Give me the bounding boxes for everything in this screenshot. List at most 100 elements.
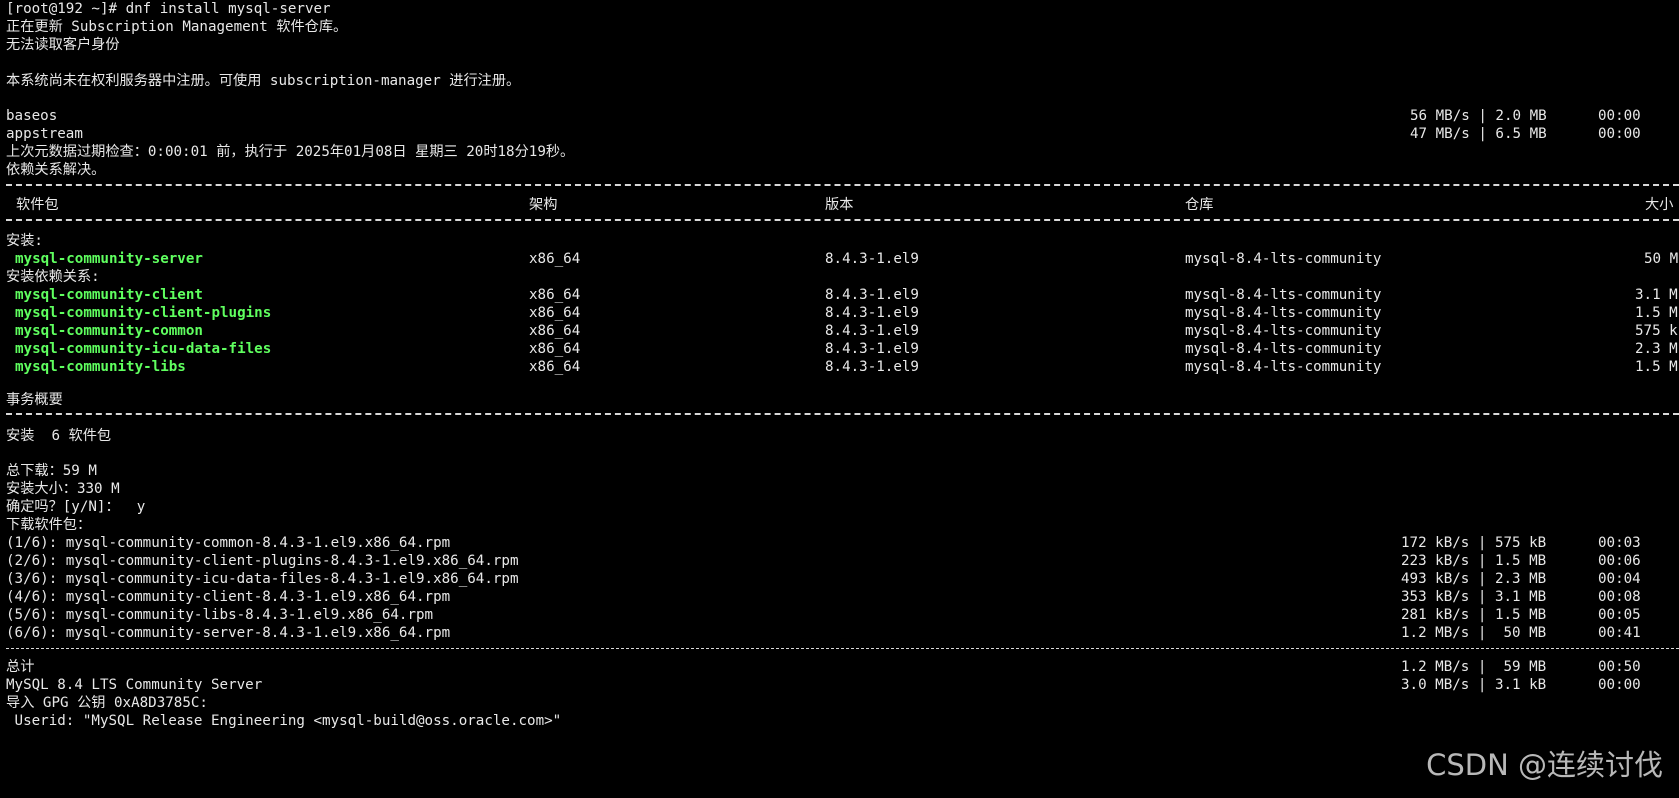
double-rule [6, 413, 1679, 415]
package-version: 8.4.3-1.el9 [825, 251, 919, 267]
package-name: mysql-community-server [15, 251, 203, 267]
package-arch: x86_64 [529, 305, 581, 321]
package-size: 3.1 M [1635, 287, 1678, 303]
update-message: 正在更新 Subscription Management 软件仓库。 [6, 19, 348, 35]
gpg-repo-speed: 3.0 MB/s | 3.1 kB [1401, 677, 1547, 693]
download-time: 00:08 [1598, 589, 1641, 605]
package-name: mysql-community-client-plugins [15, 305, 272, 321]
package-name: mysql-community-libs [15, 359, 186, 375]
deps-resolved-line: 依赖关系解决。 [6, 162, 106, 178]
install-section-label: 安装: [6, 233, 43, 249]
repo-name: baseos [6, 108, 58, 124]
header-version: 版本 [825, 197, 854, 213]
header-package: 软件包 [16, 197, 59, 213]
total-label: 总计 [6, 659, 35, 675]
download-speed: 1.2 MB/s | 50 MB [1401, 625, 1547, 641]
repo-speed: 47 MB/s | 6.5 MB [1410, 126, 1547, 142]
download-file: (6/6): mysql-community-server-8.4.3-1.el… [6, 625, 451, 641]
install-size: 安装大小：330 M [6, 481, 120, 497]
table-row: mysql-community-icu-data-files x86_64 8.… [0, 340, 1679, 359]
package-version: 8.4.3-1.el9 [825, 287, 919, 303]
package-size: 575 k [1635, 323, 1678, 339]
download-time: 00:41 [1598, 625, 1641, 641]
table-row: mysql-community-libs x86_64 8.4.3-1.el9 … [0, 358, 1679, 377]
table-row: mysql-community-client x86_64 8.4.3-1.el… [0, 286, 1679, 305]
package-name: mysql-community-icu-data-files [15, 341, 272, 357]
download-time: 00:05 [1598, 607, 1641, 623]
download-time: 00:03 [1598, 535, 1641, 551]
table-header: 软件包 架构 版本 仓库 大小 [0, 196, 1679, 215]
download-time: 00:06 [1598, 553, 1641, 569]
register-message: 本系统尚未在权利服务器中注册。可使用 subscription-manager … [6, 73, 521, 89]
download-file: (2/6): mysql-community-client-plugins-8.… [6, 553, 519, 569]
command-prompt-line: [root@192 ~]# dnf install mysql-server [6, 1, 331, 17]
header-size: 大小 [1645, 197, 1674, 213]
downloading-label: 下载软件包： [6, 517, 92, 533]
package-arch: x86_64 [529, 251, 581, 267]
double-rule [6, 184, 1679, 186]
download-time: 00:04 [1598, 571, 1641, 587]
identity-message: 无法读取客户身份 [6, 37, 120, 53]
gpg-repo-label: MySQL 8.4 LTS Community Server [6, 677, 263, 693]
repo-time: 00:00 [1598, 126, 1641, 142]
package-version: 8.4.3-1.el9 [825, 323, 919, 339]
package-name: mysql-community-common [15, 323, 203, 339]
csdn-watermark: CSDN @连续讨伐 [1426, 748, 1663, 782]
download-file: (1/6): mysql-community-common-8.4.3-1.el… [6, 535, 451, 551]
repo-speed: 56 MB/s | 2.0 MB [1410, 108, 1547, 124]
download-file: (5/6): mysql-community-libs-8.4.3-1.el9.… [6, 607, 434, 623]
package-version: 8.4.3-1.el9 [825, 341, 919, 357]
deps-section-label: 安装依赖关系: [6, 269, 100, 285]
download-row: (3/6): mysql-community-icu-data-files-8.… [0, 570, 1679, 589]
download-file: (3/6): mysql-community-icu-data-files-8.… [6, 571, 519, 587]
table-row: mysql-community-common x86_64 8.4.3-1.el… [0, 322, 1679, 341]
total-speed: 1.2 MB/s | 59 MB [1401, 659, 1547, 675]
package-arch: x86_64 [529, 323, 581, 339]
download-file: (4/6): mysql-community-client-8.4.3-1.el… [6, 589, 451, 605]
package-size: 1.5 M [1635, 305, 1678, 321]
table-row: mysql-community-server x86_64 8.4.3-1.el… [0, 250, 1679, 269]
install-summary: 安装 6 软件包 [6, 428, 112, 444]
package-version: 8.4.3-1.el9 [825, 359, 919, 375]
package-size: 1.5 M [1635, 359, 1678, 375]
download-speed: 493 kB/s | 2.3 MB [1401, 571, 1547, 587]
package-arch: x86_64 [529, 341, 581, 357]
download-row: (5/6): mysql-community-libs-8.4.3-1.el9.… [0, 606, 1679, 625]
package-size: 50 M [1644, 251, 1679, 267]
download-row: (1/6): mysql-community-common-8.4.3-1.el… [0, 534, 1679, 553]
package-repo: mysql-8.4-lts-community [1185, 323, 1382, 339]
download-row: (6/6): mysql-community-server-8.4.3-1.el… [0, 624, 1679, 643]
total-time: 00:50 [1598, 659, 1641, 675]
table-row: mysql-community-client-plugins x86_64 8.… [0, 304, 1679, 323]
package-repo: mysql-8.4-lts-community [1185, 359, 1382, 375]
gpg-repo-time: 00:00 [1598, 677, 1641, 693]
repo-time: 00:00 [1598, 108, 1641, 124]
package-repo: mysql-8.4-lts-community [1185, 305, 1382, 321]
download-row: (4/6): mysql-community-client-8.4.3-1.el… [0, 588, 1679, 607]
download-speed: 281 kB/s | 1.5 MB [1401, 607, 1547, 623]
double-rule [6, 219, 1679, 221]
single-rule [6, 648, 1679, 649]
total-download: 总下载：59 M [6, 463, 97, 479]
header-arch: 架构 [529, 197, 558, 213]
package-name: mysql-community-client [15, 287, 203, 303]
header-repo: 仓库 [1185, 197, 1214, 213]
package-repo: mysql-8.4-lts-community [1185, 341, 1382, 357]
download-speed: 223 kB/s | 1.5 MB [1401, 553, 1547, 569]
repo-row: appstream 47 MB/s | 6.5 MB 00:00 [0, 125, 1679, 144]
gpg-import-line: 导入 GPG 公钥 0xA8D3785C: [6, 695, 208, 711]
metadata-check-line: 上次元数据过期检查：0:00:01 前，执行于 2025年01月08日 星期三 … [6, 144, 575, 160]
confirm-prompt: 确定吗？[y/N]： y [6, 499, 146, 515]
download-row: (2/6): mysql-community-client-plugins-8.… [0, 552, 1679, 571]
package-size: 2.3 M [1635, 341, 1678, 357]
package-arch: x86_64 [529, 359, 581, 375]
package-repo: mysql-8.4-lts-community [1185, 287, 1382, 303]
repo-name: appstream [6, 126, 83, 142]
summary-title: 事务概要 [6, 392, 63, 408]
download-speed: 353 kB/s | 3.1 MB [1401, 589, 1547, 605]
repo-row: baseos 56 MB/s | 2.0 MB 00:00 [0, 107, 1679, 126]
gpg-userid-line: Userid: "MySQL Release Engineering <mysq… [6, 713, 562, 729]
terminal-window[interactable]: [root@192 ~]# dnf install mysql-server 正… [0, 0, 1679, 798]
download-speed: 172 kB/s | 575 kB [1401, 535, 1547, 551]
package-arch: x86_64 [529, 287, 581, 303]
